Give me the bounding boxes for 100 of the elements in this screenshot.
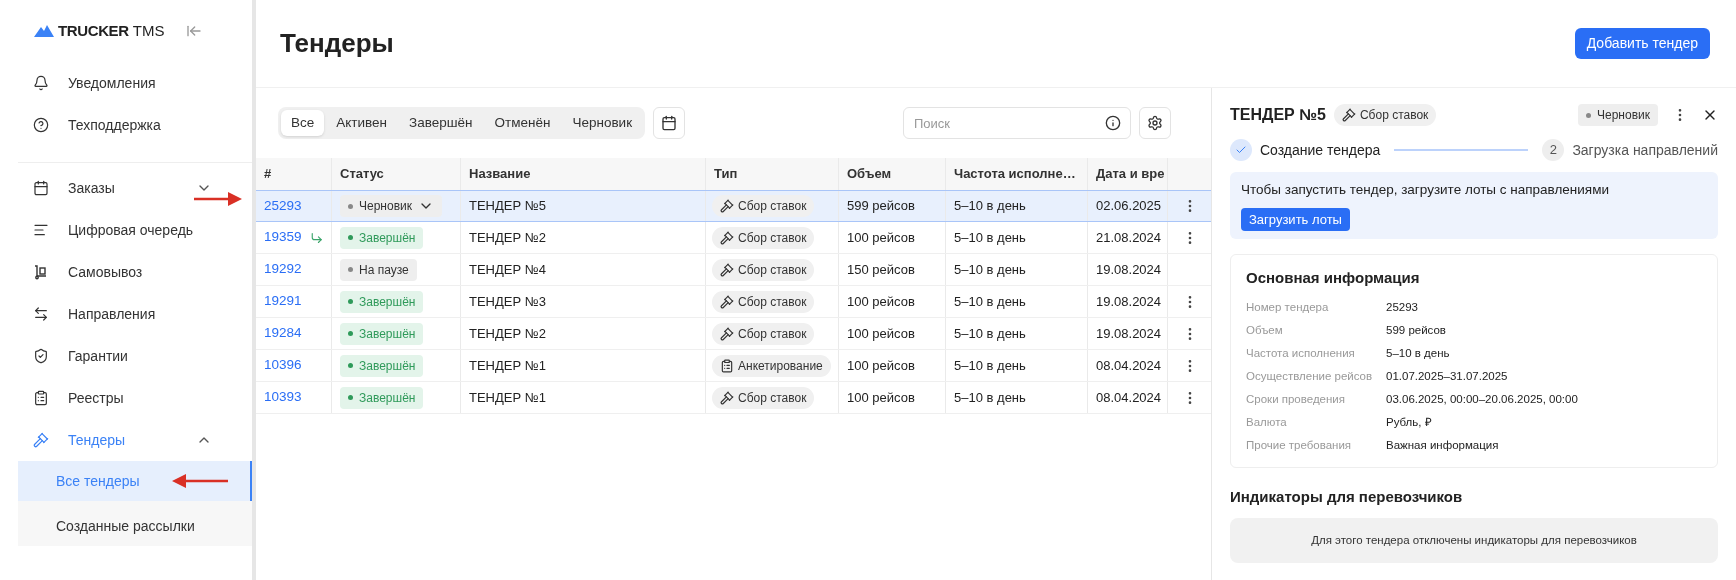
status-badge: Черновик	[1578, 104, 1658, 126]
table-cell-text: 19.08.2024	[1096, 292, 1162, 311]
table-cell-text: 100 рейсов	[847, 356, 915, 375]
filter-tab[interactable]: Завершён	[399, 110, 483, 136]
sidebar-item[interactable]: Техподдержка	[0, 104, 252, 146]
field-value: 01.07.2025–31.07.2025	[1386, 368, 1508, 384]
table-cell-text: 08.04.2024	[1096, 388, 1162, 407]
add-tender-button[interactable]: Добавить тендер	[1574, 28, 1710, 59]
filter-tab[interactable]: Активен	[326, 110, 398, 136]
panel-title: ТЕНДЕР №5	[1230, 105, 1326, 125]
sidebar-subitem[interactable]: Созданные рассылки	[18, 506, 252, 546]
tender-id-link[interactable]: 10393	[264, 387, 302, 408]
indicators-message: Для этого тендера отключены индикаторы для перевозчиков	[1311, 533, 1637, 549]
sidebar-item[interactable]: Заказы	[0, 167, 252, 209]
type-badge: Сбор ставок	[712, 195, 815, 217]
status-badge: На паузе	[340, 258, 417, 281]
field-label: Прочие требования	[1246, 437, 1353, 453]
table-cell-text: ТЕНДЕР №3	[469, 292, 546, 311]
shield-icon	[33, 348, 49, 364]
tender-id-link[interactable]: 25293	[264, 195, 302, 217]
status-badge[interactable]: Черновик	[340, 195, 442, 217]
table-cell-text: 19.08.2024	[1096, 260, 1162, 279]
gavel-icon	[33, 432, 49, 448]
clipboard-icon	[720, 358, 734, 373]
sidebar-item[interactable]: Гарантии	[0, 335, 252, 377]
field-label: Сроки проведения	[1246, 391, 1346, 407]
page-title: Тендеры	[280, 27, 394, 60]
gavel-icon	[720, 262, 734, 277]
table-cell-text: ТЕНДЕР №4	[469, 260, 546, 279]
table-cell-text: ТЕНДЕР №2	[469, 324, 546, 343]
type-badge: Анкетирование	[712, 354, 831, 377]
info-title: Основная информация	[1246, 268, 1421, 289]
table-cell-text: 100 рейсов	[847, 228, 915, 247]
table-cell-text: 150 рейсов	[847, 260, 915, 279]
table-cell-text: 100 рейсов	[847, 388, 915, 407]
cart-icon	[33, 264, 49, 280]
step-label: Создание тендера	[1260, 140, 1381, 160]
sidebar-item[interactable]: Реестры	[0, 377, 252, 419]
logo-icon	[34, 25, 54, 37]
tender-id-link[interactable]: 19291	[264, 291, 302, 312]
lines-icon	[33, 222, 49, 238]
field-label: Валюта	[1246, 414, 1288, 430]
logo-product: TMS	[132, 20, 165, 41]
table-cell-text: 02.06.2025	[1096, 197, 1162, 216]
sidebar-item[interactable]: Уведомления	[0, 62, 252, 104]
sidebar-item[interactable]: Цифровая очередь	[0, 209, 252, 251]
settings-button[interactable]	[1139, 107, 1171, 139]
sidebar-item[interactable]: Самовывоз	[0, 251, 252, 293]
table-cell-text: 599 рейсов	[847, 197, 915, 216]
type-badge: Сбор ставок	[712, 226, 815, 249]
tender-id-link[interactable]: 19284	[264, 323, 302, 344]
sidebar-item[interactable]: Направления	[0, 293, 252, 335]
status-badge: Завершён	[340, 386, 424, 409]
table-cell-text: 08.04.2024	[1096, 356, 1162, 375]
tender-id-link[interactable]: 19359	[264, 227, 302, 248]
table-cell-text: 5–10 в день	[954, 324, 1026, 343]
settings-icon	[1147, 115, 1163, 131]
annotation-arrow	[194, 192, 242, 206]
table-cell-text: 21.08.2024	[1096, 228, 1162, 247]
table-cell-text: 5–10 в день	[954, 292, 1026, 311]
type-badge: Сбор ставок	[1333, 104, 1437, 126]
filter-tab[interactable]: Все	[281, 110, 325, 136]
tender-id-link[interactable]: 19292	[264, 259, 302, 280]
table-cell-text: 5–10 в день	[954, 228, 1026, 247]
filter-tab[interactable]: Черновик	[562, 110, 643, 136]
status-badge: Завершён	[340, 226, 424, 249]
search-field[interactable]: Поиск	[903, 107, 1131, 139]
gavel-icon	[720, 294, 734, 309]
table-cell-text: 5–10 в день	[954, 197, 1026, 216]
step-number: 2	[1542, 139, 1565, 161]
type-badge: Сбор ставок	[712, 322, 815, 345]
collapse-sidebar-icon[interactable]	[186, 23, 202, 39]
table-cell-text: ТЕНДЕР №1	[469, 356, 546, 375]
type-badge: Сбор ставок	[712, 258, 815, 281]
sidebar-item[interactable]: Тендеры	[0, 419, 252, 461]
notice-text: Чтобы запустить тендер, загрузите лоты с направлениями	[1241, 181, 1609, 199]
upload-lots-button[interactable]: Загрузить лоты	[1241, 208, 1350, 232]
field-label: Осуществление рейсов	[1246, 368, 1374, 384]
info-icon[interactable]	[1105, 115, 1121, 131]
clipboard-icon	[33, 390, 49, 406]
annotation-arrow	[171, 474, 228, 488]
gavel-icon	[720, 230, 734, 245]
field-value: Важная информация	[1386, 437, 1499, 453]
bell-icon	[33, 75, 49, 91]
help-icon	[33, 117, 49, 133]
gavel-icon	[1341, 108, 1356, 122]
field-label: Частота исполнения	[1246, 345, 1356, 361]
field-value: 599 рейсов	[1386, 322, 1446, 338]
table-cell-text: 100 рейсов	[847, 324, 915, 343]
calendar-button[interactable]	[653, 107, 686, 139]
type-badge: Сбор ставок	[712, 290, 815, 313]
gavel-icon	[720, 390, 734, 405]
table-cell-text: 100 рейсов	[847, 292, 915, 311]
field-value: 25293	[1386, 299, 1418, 315]
gavel-icon	[720, 199, 734, 213]
status-badge: Завершён	[340, 290, 424, 313]
table-cell-text: ТЕНДЕР №1	[469, 388, 546, 407]
filter-tab[interactable]: Отменён	[484, 110, 561, 136]
tender-id-link[interactable]: 10396	[264, 355, 302, 376]
calendar-icon	[661, 115, 678, 131]
